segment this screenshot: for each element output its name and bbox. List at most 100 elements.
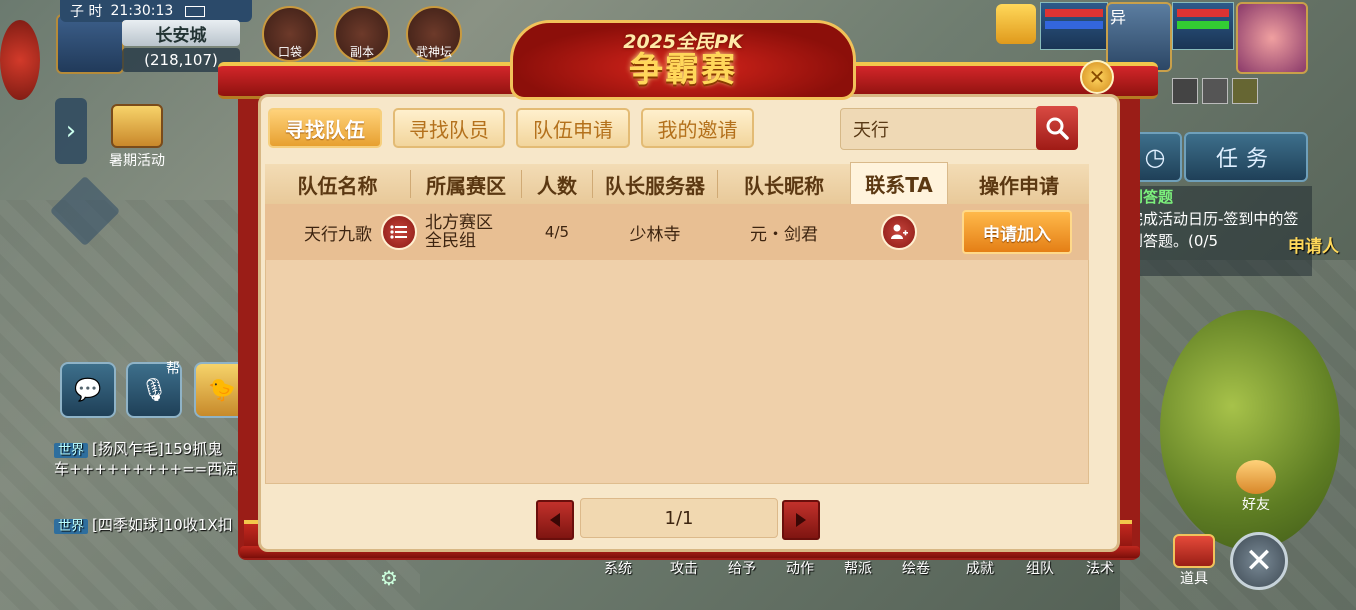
search-button[interactable] xyxy=(1036,106,1078,150)
pet-portrait[interactable] xyxy=(996,4,1036,44)
menu-team[interactable]: 组队 xyxy=(1018,558,1062,578)
team-name: 天行九歌 xyxy=(304,224,372,245)
menu-spell[interactable]: 法术 xyxy=(1078,558,1122,578)
expand-arrow-icon[interactable]: › xyxy=(55,98,87,164)
tab-my-invites[interactable]: 我的邀请 xyxy=(641,108,754,148)
col-captain: 队长昵称 xyxy=(744,173,824,198)
chest-icon xyxy=(1173,534,1215,568)
friend-label: 好友 xyxy=(1242,497,1270,513)
mic-icon: 🎙 xyxy=(140,377,168,403)
pet-icon: 🐤 xyxy=(208,377,236,403)
bottom-menu: 系统 攻击 给予 动作 帮派 绘卷 成就 组队 法术 xyxy=(596,558,1122,578)
teammate-tag: 异 xyxy=(1110,8,1127,27)
tab-find-team[interactable]: 寻找队伍 xyxy=(268,108,382,148)
chat-line[interactable]: 车+++++++++==西凉 xyxy=(54,458,237,479)
world-channel-tag: 世界 xyxy=(54,519,89,534)
col-members: 人数 xyxy=(537,173,577,198)
applicant-label: 申请人 xyxy=(1288,237,1339,257)
col-action: 操作申请 xyxy=(979,173,1059,198)
task-button[interactable]: 任务 xyxy=(1184,132,1308,182)
col-contact[interactable]: 联系TA xyxy=(850,162,948,204)
next-page-button[interactable] xyxy=(782,500,820,540)
player-avatar[interactable] xyxy=(56,14,124,74)
team-detail-button[interactable] xyxy=(381,204,417,260)
friend-button[interactable]: 好友 xyxy=(1228,460,1284,516)
player-bars xyxy=(1172,2,1234,50)
apply-join-button[interactable]: 申请加入 xyxy=(962,210,1072,254)
player-portrait[interactable] xyxy=(1236,2,1308,74)
pouch-label: 口袋 xyxy=(277,45,302,59)
region-cell: 北方赛区 全民组 xyxy=(425,204,505,260)
summer-event-button[interactable]: 暑期活动 xyxy=(106,104,168,169)
menu-system[interactable]: 系统 xyxy=(596,558,640,578)
bag-label: 道具 xyxy=(1180,571,1208,587)
hp-bar xyxy=(1045,9,1103,17)
settings-gear-icon[interactable]: ⚙ xyxy=(380,566,398,590)
captain-server: 少林寺 xyxy=(629,224,681,245)
world-channel-tag: 世界 xyxy=(54,443,89,458)
list-icon xyxy=(381,214,417,250)
title-banner: 2025全民PK 争霸赛 xyxy=(510,20,856,100)
title-main: 争霸赛 xyxy=(629,50,737,90)
lantern xyxy=(0,20,40,100)
menu-attack[interactable]: 攻击 xyxy=(662,558,706,578)
buff-icon xyxy=(1202,78,1228,104)
menu-scroll[interactable]: 绘卷 xyxy=(894,558,938,578)
task-tracker[interactable]: 到答题 完成活动日历-签到中的签到答题。(0/5 xyxy=(1124,186,1312,276)
time-bar: 子 时 21:30:13 xyxy=(60,0,252,22)
clock-label: 21:30:13 xyxy=(110,3,174,19)
dungeon-button[interactable]: 副本 xyxy=(334,6,390,62)
chat-icon: 💬 xyxy=(74,377,102,403)
captain-nickname: 元・剑君 xyxy=(750,224,818,245)
martial-altar-button[interactable]: 武神坛 xyxy=(406,6,462,62)
chevron-left-icon xyxy=(550,513,560,527)
chat-line[interactable]: 世界 [四季如球]10收1X扣 xyxy=(54,514,233,535)
chat-text: [扬风乍毛]159抓鬼 xyxy=(92,440,223,458)
chat-line[interactable]: 世界 [扬风乍毛]159抓鬼 xyxy=(54,438,222,459)
buff-icons xyxy=(1172,78,1260,104)
contact-button[interactable] xyxy=(850,204,948,260)
handshake-icon xyxy=(1236,460,1276,494)
task-title: 到答题 xyxy=(1128,188,1174,206)
dungeon-label: 副本 xyxy=(349,45,374,59)
tab-find-member[interactable]: 寻找队员 xyxy=(393,108,505,148)
col-team-name: 队伍名称 xyxy=(297,173,378,198)
col-server: 队长服务器 xyxy=(605,173,705,198)
region-group: 全民组 xyxy=(425,231,476,251)
menu-give[interactable]: 给予 xyxy=(720,558,764,578)
exp-bar xyxy=(1177,21,1229,29)
guild-channel-label: 帮 xyxy=(166,361,180,377)
search-icon xyxy=(1046,117,1069,140)
apply-cell: 申请加入 xyxy=(962,204,1072,260)
menu-achievement[interactable]: 成就 xyxy=(958,558,1002,578)
pouch-button[interactable]: 口袋 xyxy=(262,6,318,62)
table-row[interactable]: 天行九歌 北方赛区 全民组 4/5 少林寺 元・剑君 申请加入 xyxy=(265,204,1089,260)
chat-text: 车+++++++++==西凉 xyxy=(54,460,238,478)
menu-action[interactable]: 动作 xyxy=(778,558,822,578)
bag-button[interactable]: 道具 xyxy=(1170,534,1218,588)
close-menu-icon[interactable]: ✕ xyxy=(1230,532,1288,590)
chat-text: [四季如球]10收1X扣 xyxy=(92,516,233,534)
mp-bar xyxy=(1045,21,1103,29)
tab-team-applications[interactable]: 队伍申请 xyxy=(516,108,630,148)
buff-icon xyxy=(1172,78,1198,104)
summer-event-label: 暑期活动 xyxy=(109,153,165,169)
chat-bubble-button[interactable]: 💬 xyxy=(60,362,116,418)
chevron-right-icon xyxy=(796,513,806,527)
member-count: 4/5 xyxy=(544,223,570,241)
hp-mp-bars xyxy=(1040,2,1108,50)
col-region: 所属赛区 xyxy=(426,173,506,198)
city-name[interactable]: 长安城 xyxy=(122,20,240,46)
search-input[interactable]: 天行 xyxy=(840,108,1040,150)
task-description: 完成活动日历-签到中的签到答题。(0/5 xyxy=(1128,210,1299,250)
page-indicator: 1/1 xyxy=(580,498,778,538)
shichen-label: 子 时 xyxy=(70,4,103,20)
region-name: 北方赛区 xyxy=(425,213,493,233)
book-icon xyxy=(111,104,163,148)
add-friend-icon xyxy=(881,214,917,250)
menu-guild[interactable]: 帮派 xyxy=(836,558,880,578)
buff-icon xyxy=(1232,78,1258,104)
prev-page-button[interactable] xyxy=(536,500,574,540)
hp-bar xyxy=(1177,9,1229,17)
close-icon[interactable]: ✕ xyxy=(1080,60,1114,94)
